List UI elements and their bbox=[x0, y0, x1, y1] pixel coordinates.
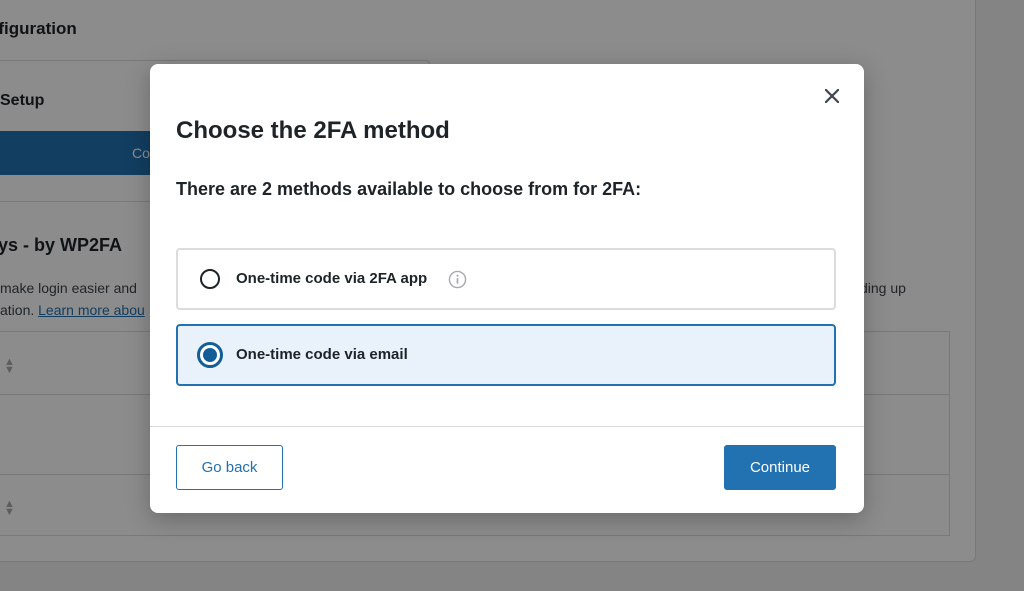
info-icon[interactable] bbox=[448, 270, 467, 289]
go-back-button[interactable]: Go back bbox=[176, 445, 283, 490]
close-icon bbox=[825, 89, 839, 103]
dialog-title: Choose the 2FA method bbox=[176, 117, 450, 144]
option-email[interactable]: One-time code via email bbox=[176, 324, 836, 386]
dialog-subtitle: There are 2 methods available to choose … bbox=[176, 179, 642, 199]
continue-button[interactable]: Continue bbox=[724, 445, 836, 490]
radio-2fa-app[interactable] bbox=[200, 269, 220, 289]
choose-2fa-method-dialog: Choose the 2FA method There are 2 method… bbox=[150, 64, 864, 513]
option-label-2fa-app: One-time code via 2FA app bbox=[236, 270, 428, 287]
option-2fa-app[interactable]: One-time code via 2FA app bbox=[176, 248, 836, 310]
option-label-email: One-time code via email bbox=[236, 346, 408, 363]
close-button[interactable] bbox=[820, 84, 844, 108]
radio-email[interactable] bbox=[197, 342, 223, 368]
footer-divider bbox=[150, 426, 864, 427]
